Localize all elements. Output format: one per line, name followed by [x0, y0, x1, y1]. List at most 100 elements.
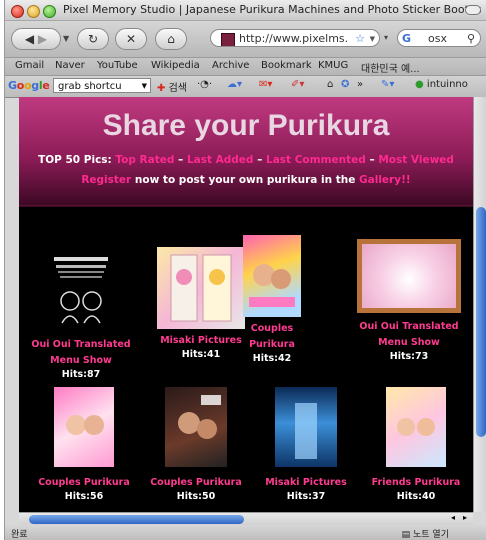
zoom-window-button[interactable]: [43, 5, 56, 18]
notes-button[interactable]: ▤ 노트 열기: [402, 527, 449, 540]
minimize-window-button[interactable]: [27, 5, 40, 18]
sites-icon[interactable]: ·◔·: [197, 79, 212, 90]
share-icon[interactable]: ✐▾: [291, 79, 304, 90]
google-logo[interactable]: Google: [8, 79, 50, 92]
thumbnail-image[interactable]: [275, 387, 337, 467]
item-caption[interactable]: Couples Purikura: [29, 475, 139, 491]
magnifier-icon[interactable]: ⚲: [467, 30, 475, 48]
notes-label: 노트 열기: [413, 530, 449, 540]
translate-icon[interactable]: ⌂: [327, 79, 333, 90]
notes-icon: ▤: [401, 530, 411, 540]
link-last-commented[interactable]: Last Commented: [266, 154, 366, 166]
menu-sketch-image: [54, 257, 108, 324]
item-hits: Hits:50: [176, 491, 216, 502]
couples-photo-image: [178, 395, 221, 439]
google-search-button[interactable]: ✚ 검색: [157, 79, 187, 94]
thumbnail-image[interactable]: [165, 387, 227, 467]
account-status-icon: ●: [415, 79, 424, 90]
gallery-item[interactable]: Couples Purikura Hits:42: [237, 235, 307, 364]
link-gallery[interactable]: Gallery!!: [359, 174, 411, 186]
bookmark-korea[interactable]: 대한민국 예...: [361, 60, 420, 75]
star-icon[interactable]: ✪: [341, 79, 349, 90]
horizontal-scroll-thumb[interactable]: [29, 515, 244, 524]
item-caption[interactable]: Misaki Pictures: [251, 475, 361, 491]
thumbnail-image[interactable]: [157, 247, 245, 329]
history-dropdown-icon[interactable]: ▼: [63, 34, 69, 43]
link-top-rated[interactable]: Top Rated: [115, 154, 174, 166]
gmail-icon[interactable]: ✉▾: [259, 79, 272, 90]
close-window-button[interactable]: [11, 5, 24, 18]
gallery-item[interactable]: Misaki Pictures Hits:37: [251, 387, 361, 502]
gallery-item[interactable]: Friends Purikura Hits:40: [361, 387, 471, 502]
register-text: now to post your own purikura in the: [134, 174, 356, 186]
url-text: http://www.pixelms.: [239, 32, 349, 45]
scroll-right-arrow-icon[interactable]: ▸: [463, 513, 467, 522]
back-arrow-icon[interactable]: ◀: [25, 32, 34, 46]
google-g-icon: ✚: [157, 83, 166, 94]
web-search-box[interactable]: G osx ⚲: [397, 29, 481, 47]
window-title: Pixel Memory Studio | Japanese Purikura …: [63, 3, 482, 16]
back-forward-button[interactable]: ◀ ▶: [11, 28, 61, 50]
account-button[interactable]: ● intuinno: [415, 79, 468, 90]
thumbnail-image[interactable]: [243, 235, 301, 317]
booth-photo-image: [295, 403, 317, 459]
item-caption[interactable]: Couples Purikura: [141, 475, 251, 491]
vertical-scroll-thumb[interactable]: [476, 207, 486, 437]
thumbnail-image[interactable]: [54, 387, 114, 467]
title-bar: Pixel Memory Studio | Japanese Purikura …: [5, 0, 486, 21]
item-hits: Hits:56: [64, 491, 104, 502]
bookmark-star-icon[interactable]: ☆: [355, 30, 365, 46]
item-hits: Hits:73: [389, 351, 429, 362]
bookmark-wikipedia[interactable]: Wikipedia: [151, 60, 200, 71]
register-line: Register now to post your own purikura i…: [19, 174, 473, 186]
separator: –: [178, 154, 184, 166]
bookmarks-icon[interactable]: ☁▾: [227, 79, 242, 90]
reload-button[interactable]: ↻: [77, 28, 109, 50]
bookmark-youtube[interactable]: YouTube: [97, 60, 138, 71]
reload-icon: ↻: [87, 32, 99, 46]
scroll-left-arrow-icon[interactable]: ◂: [451, 513, 455, 522]
google-search-engine-icon[interactable]: G: [402, 30, 411, 48]
item-hits: Hits:87: [61, 369, 101, 380]
bookmark-bookmark[interactable]: Bookmark: [261, 60, 312, 71]
top50-label: TOP 50 Pics:: [38, 154, 112, 166]
couples-photo-image: [249, 264, 295, 307]
home-button[interactable]: ⌂: [155, 28, 187, 50]
bookmarks-bar: Gmail Naver YouTube Wikipedia Archive Bo…: [5, 57, 486, 75]
item-caption[interactable]: Oui Oui Translated Menu Show: [349, 319, 469, 351]
bookmark-gmail[interactable]: Gmail: [15, 60, 44, 71]
gallery-item[interactable]: Couples Purikura Hits:50: [141, 387, 251, 502]
bookmark-archive[interactable]: Archive: [212, 60, 249, 71]
gallery-item[interactable]: Oui Oui Translated Menu Show Hits:73: [349, 239, 469, 362]
google-search-input[interactable]: grab shortcu ▼: [53, 78, 151, 93]
url-menu-icon[interactable]: ▾: [384, 33, 388, 42]
link-last-added[interactable]: Last Added: [187, 154, 254, 166]
more-tools-button[interactable]: »: [357, 79, 363, 90]
link-most-viewed[interactable]: Most Viewed: [378, 154, 454, 166]
forward-arrow-icon[interactable]: ▶: [38, 32, 47, 46]
top50-links: TOP 50 Pics: Top Rated – Last Added – La…: [19, 154, 473, 166]
item-caption[interactable]: Oui Oui Translated Menu Show: [21, 337, 141, 369]
thumbnail-image[interactable]: [357, 239, 461, 313]
page-header: Share your Purikura TOP 50 Pics: Top Rat…: [19, 97, 473, 207]
url-dropdown-icon[interactable]: ▼: [370, 30, 375, 46]
link-register[interactable]: Register: [81, 174, 131, 186]
toolbar-toggle-button[interactable]: [465, 5, 481, 15]
web-search-text: osx: [428, 32, 447, 45]
wrench-icon[interactable]: ✎▾: [381, 79, 394, 90]
account-label: intuinno: [426, 79, 468, 90]
address-bar[interactable]: http://www.pixelms. ☆ ▼: [210, 29, 380, 47]
google-search-dropdown-icon[interactable]: ▼: [142, 79, 147, 94]
bookmark-kmug[interactable]: KMUG: [318, 60, 348, 71]
gallery-item[interactable]: Couples Purikura Hits:56: [29, 387, 139, 502]
thumbnail-image[interactable]: [386, 387, 446, 467]
gallery-item[interactable]: Oui Oui Translated Menu Show Hits:87: [21, 247, 141, 380]
item-caption[interactable]: Couples Purikura: [237, 321, 307, 353]
web-content: Share your Purikura TOP 50 Pics: Top Rat…: [19, 97, 473, 512]
bookmark-naver[interactable]: Naver: [55, 60, 85, 71]
vertical-scrollbar[interactable]: [473, 97, 486, 512]
horizontal-scrollbar[interactable]: ◂ ▸: [19, 512, 473, 526]
stop-button[interactable]: ✕: [115, 28, 147, 50]
thumbnail-image[interactable]: [50, 247, 112, 329]
item-caption[interactable]: Friends Purikura: [361, 475, 471, 491]
